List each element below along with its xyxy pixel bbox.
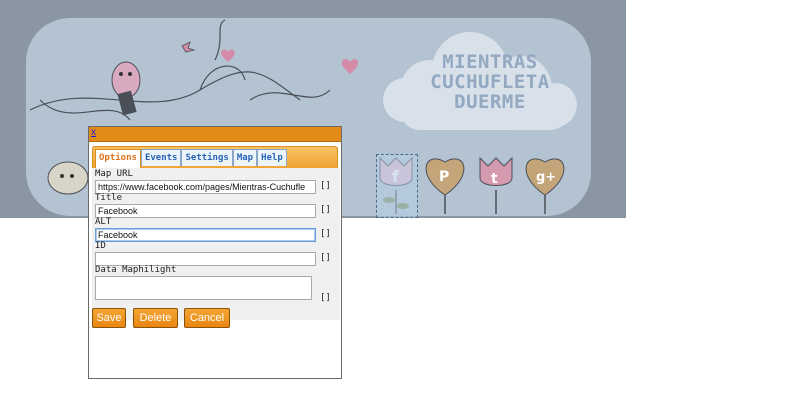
heart-decorations: [221, 49, 359, 74]
tab-help[interactable]: Help: [257, 149, 287, 166]
area-editor-dialog: x Options Events Settings Map Help Map URL h…: [88, 126, 342, 379]
alt-bracket[interactable]: []: [320, 229, 331, 239]
title-input[interactable]: Facebook: [95, 204, 316, 218]
map-url-bracket[interactable]: []: [320, 181, 331, 191]
title-label: Title: [95, 193, 123, 203]
banner-title-line-2: CUCHUFLETA: [430, 71, 550, 93]
data-maphilight-bracket[interactable]: []: [320, 293, 331, 303]
sheep-figure: [47, 161, 89, 195]
id-bracket[interactable]: []: [320, 253, 331, 263]
delete-button[interactable]: Delete: [133, 308, 178, 328]
social-flower-tumblr: t: [479, 156, 513, 214]
banner-title: MIENTRAS CUCHUFLETA DUERME: [412, 52, 568, 112]
alt-label: ALT: [95, 217, 112, 227]
close-link[interactable]: x: [91, 127, 96, 138]
data-maphilight-textarea[interactable]: [95, 276, 312, 300]
svg-text:t: t: [491, 171, 498, 187]
tab-map[interactable]: Map: [232, 149, 258, 166]
banner-title-line-1: MIENTRAS: [442, 51, 538, 73]
svg-text:P: P: [439, 169, 449, 185]
alt-input[interactable]: Facebook: [95, 228, 316, 242]
tab-options[interactable]: Options: [95, 149, 141, 168]
id-input[interactable]: [95, 252, 316, 266]
dialog-titlebar[interactable]: x: [89, 127, 341, 142]
tab-bar: Options Events Settings Map Help: [92, 146, 338, 170]
bird-figure: [111, 61, 141, 116]
id-label: ID: [95, 241, 106, 251]
social-flower-pinterest: P: [425, 158, 465, 214]
options-form: Map URL https://www.facebook.com/pages/M…: [92, 168, 340, 320]
social-flower-googleplus: g+: [525, 158, 565, 214]
cancel-button[interactable]: Cancel: [184, 308, 230, 328]
save-button[interactable]: Save: [92, 308, 126, 328]
butterfly-icon: [181, 41, 196, 53]
svg-text:g+: g+: [536, 170, 556, 185]
tab-events[interactable]: Events: [140, 149, 182, 166]
vine-swirls: [29, 19, 331, 121]
tab-settings[interactable]: Settings: [181, 149, 233, 166]
map-url-label: Map URL: [95, 169, 133, 179]
title-bracket[interactable]: []: [320, 205, 331, 215]
banner-title-line-3: DUERME: [454, 91, 526, 113]
data-maphilight-label: Data Maphilight: [95, 265, 177, 275]
selected-map-area[interactable]: [376, 154, 418, 218]
map-url-input[interactable]: https://www.facebook.com/pages/Mientras-…: [95, 180, 316, 194]
